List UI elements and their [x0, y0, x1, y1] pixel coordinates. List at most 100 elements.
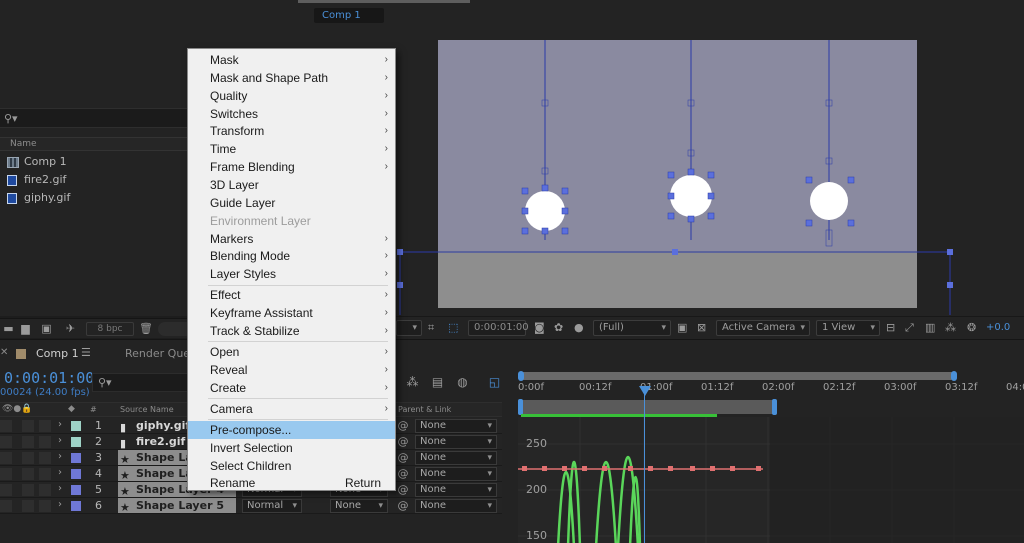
viewer-timecode[interactable]: 0:00:01:00 [468, 320, 529, 336]
playhead-handle[interactable] [639, 386, 651, 396]
menu-item-3d-layer[interactable]: 3D Layer [188, 176, 395, 194]
solo-toggle[interactable] [22, 500, 34, 512]
exposure-icon[interactable]: ❂ [967, 320, 976, 336]
menu-item-track-stabilize[interactable]: Track & Stabilize › [188, 322, 395, 340]
source-name-column-label[interactable]: Source Name [120, 403, 174, 416]
parent-pickwhip-icon[interactable]: @ [396, 451, 410, 465]
parent-pickwhip-icon[interactable]: @ [396, 435, 410, 449]
work-area-bar[interactable] [520, 400, 776, 414]
blend-mode-dropdown[interactable]: Normal▾ [242, 499, 302, 513]
label-tag-icon[interactable]: ◆ [68, 403, 75, 416]
menu-item-effect[interactable]: Effect › [188, 286, 395, 304]
project-search-input[interactable]: ⚲▾ [0, 108, 190, 128]
lock-toggle[interactable] [39, 484, 51, 496]
timeline-search-input[interactable]: ⚲▾ [92, 373, 192, 392]
motion-blur-icon[interactable]: ◍ [455, 375, 470, 390]
lock-toggle[interactable] [39, 452, 51, 464]
label-color-swatch[interactable] [71, 469, 81, 479]
layer-name[interactable]: ★ Shape Layer 5 [118, 498, 236, 514]
expand-chevron-icon[interactable]: › [58, 499, 62, 510]
current-time-display[interactable]: 0:00:01:00 [4, 369, 94, 387]
parent-dropdown[interactable]: None ▾ [415, 419, 497, 433]
time-navigator-bar[interactable] [520, 372, 954, 380]
viewer-comp-tab[interactable]: Comp 1 [314, 8, 384, 23]
interpret-footage-icon[interactable]: ▬ [2, 323, 15, 334]
camera-dropdown[interactable]: Active Camera ▾ [716, 320, 810, 336]
eye-icon[interactable] [0, 452, 12, 464]
menu-item-mask-and-shape-path[interactable]: Mask and Shape Path › [188, 69, 395, 87]
menu-item-markers[interactable]: Markers › [188, 230, 395, 248]
expand-chevron-icon[interactable]: › [58, 419, 62, 430]
value-graph[interactable]: 250 200 150 [518, 417, 1024, 543]
menu-item-switches[interactable]: Switches › [188, 105, 395, 123]
navigator-end-handle[interactable] [951, 371, 957, 381]
solo-toggle[interactable] [22, 452, 34, 464]
menu-item-layer-styles[interactable]: Layer Styles › [188, 265, 395, 283]
close-tab-icon[interactable]: ✕ [0, 347, 8, 358]
resolution-dropdown[interactable]: (Full) ▾ [593, 320, 671, 336]
menu-item-transform[interactable]: Transform › [188, 122, 395, 140]
parent-dropdown[interactable]: None ▾ [415, 451, 497, 465]
parent-pickwhip-icon[interactable]: @ [396, 467, 410, 481]
zoom-dropdown[interactable]: ▾ [396, 320, 422, 336]
menu-item-create[interactable]: Create › [188, 379, 395, 397]
comp-flowchart-icon[interactable]: ⁂ [405, 375, 420, 390]
menu-item-rename[interactable]: Rename Return [188, 474, 395, 492]
menu-item-reveal[interactable]: Reveal › [188, 361, 395, 379]
menu-item-blending-mode[interactable]: Blending Mode › [188, 247, 395, 265]
parent-dropdown[interactable]: None ▾ [415, 467, 497, 481]
expand-chevron-icon[interactable]: › [58, 451, 62, 462]
view-layout-dropdown[interactable]: 1 View ▾ [816, 320, 880, 336]
expand-chevron-icon[interactable]: › [58, 435, 62, 446]
new-folder-icon[interactable]: ▆ [19, 323, 32, 334]
expand-chevron-icon[interactable]: › [58, 483, 62, 494]
expand-chevron-icon[interactable]: › [58, 467, 62, 478]
navigator-start-handle[interactable] [518, 371, 524, 381]
av-features-icon[interactable]: 👁●🔒 [2, 403, 33, 416]
trash-icon[interactable]: 🗑 [139, 323, 153, 334]
layer-row[interactable]: › 6 ★ Shape Layer 5 Normal ▾ None ▾ @ None ▾ [0, 498, 502, 514]
eye-icon[interactable] [0, 420, 12, 432]
playhead-line[interactable] [644, 390, 645, 543]
menu-item-pre-compose[interactable]: Pre-compose... [188, 420, 395, 439]
track-matte-dropdown[interactable]: None▾ [330, 499, 388, 513]
new-composition-icon[interactable]: ▣ [40, 323, 53, 334]
menu-item-keyframe-assistant[interactable]: Keyframe Assistant › [188, 304, 395, 322]
menu-item-invert-selection[interactable]: Invert Selection [188, 439, 395, 457]
menu-item-select-children[interactable]: Select Children [188, 457, 395, 475]
label-color-swatch[interactable] [71, 437, 81, 447]
label-color-swatch[interactable] [71, 421, 81, 431]
show-snapshot-icon[interactable]: ✿ [554, 320, 563, 336]
label-color-swatch[interactable] [71, 453, 81, 463]
panel-menu-icon[interactable]: ☰ [81, 346, 91, 359]
draft-3d-icon[interactable]: ⤢ [905, 320, 914, 336]
project-item[interactable]: Comp 1 [0, 153, 190, 171]
timeline-icon[interactable]: ▥ [925, 320, 935, 336]
render-rocket-icon[interactable]: ✈ [64, 323, 77, 334]
menu-item-guide-layer[interactable]: Guide Layer [188, 194, 395, 212]
flowchart-icon[interactable]: ⁂ [945, 320, 956, 336]
parent-dropdown[interactable]: None ▾ [415, 483, 497, 497]
toggle-transparency-icon[interactable]: ⊠ [697, 320, 706, 336]
snapshot-camera-icon[interactable]: ◙ [534, 320, 545, 336]
eye-icon[interactable] [0, 500, 12, 512]
menu-item-quality[interactable]: Quality › [188, 87, 395, 105]
draft-3d-toggle-icon[interactable]: ▤ [430, 375, 445, 390]
bit-depth-button[interactable]: 8 bpc [86, 322, 134, 336]
project-scroll-handle[interactable] [158, 322, 188, 336]
fast-preview-icon[interactable]: ▣ [677, 320, 687, 336]
project-column-header[interactable]: Name [0, 137, 190, 151]
exposure-value[interactable]: +0.0 [986, 320, 1010, 336]
work-area-end-handle[interactable] [772, 399, 777, 415]
lock-toggle[interactable] [39, 468, 51, 480]
color-channels-icon[interactable]: ● [574, 320, 584, 336]
region-of-interest-icon[interactable]: ⌗ [428, 320, 434, 336]
toggle-pixel-aspect-icon[interactable]: ⊟ [886, 320, 895, 336]
parent-pickwhip-icon[interactable]: @ [396, 419, 410, 433]
parent-pickwhip-icon[interactable]: @ [396, 499, 410, 513]
menu-item-camera[interactable]: Camera › [188, 400, 395, 418]
label-color-swatch[interactable] [71, 501, 81, 511]
solo-toggle[interactable] [22, 420, 34, 432]
transparency-grid-icon[interactable]: ⬚ [448, 320, 458, 336]
solo-toggle[interactable] [22, 468, 34, 480]
